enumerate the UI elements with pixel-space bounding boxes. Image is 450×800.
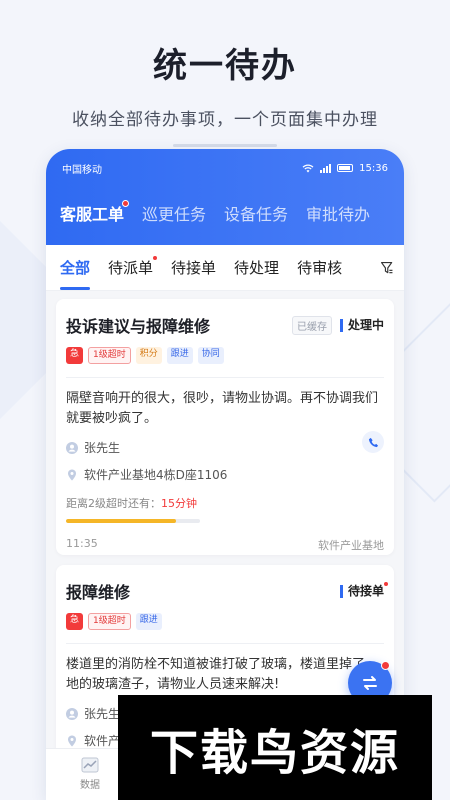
contact-name: 张先生 — [84, 707, 121, 721]
call-button[interactable] — [362, 431, 384, 453]
notification-dot — [152, 255, 159, 261]
user-icon — [66, 707, 78, 720]
watermark-text: 下载鸟资源 — [149, 724, 400, 781]
sub-tabs: 全部 待派单 待接单 待处理 待审核 — [46, 245, 404, 291]
card-location: 软件产业基地 — [318, 539, 384, 552]
phone-icon — [368, 437, 378, 447]
location-icon — [68, 735, 76, 746]
card-title: 投诉建议与报障维修 — [66, 317, 211, 336]
contact-name: 张先生 — [84, 441, 121, 455]
cached-badge: 已缓存 — [291, 315, 332, 335]
address: 软件产业基地4栋D座1106 — [84, 468, 228, 482]
tag-timeout: 1级超时 — [88, 347, 131, 364]
subtab-pending-process[interactable]: 待处理 — [234, 257, 279, 278]
tag-urgent: 急 — [66, 347, 84, 364]
divider — [66, 643, 384, 644]
tag-collaborate: 协同 — [197, 347, 224, 364]
hero-title: 统一待办 — [153, 46, 297, 86]
timeout-countdown: 距离2级超时还有：15分钟 — [66, 497, 197, 510]
nav-data[interactable]: 数据 — [68, 757, 112, 791]
chart-icon — [81, 757, 99, 773]
status-label: 处理中 — [339, 318, 384, 332]
subtab-pending-accept[interactable]: 待接单 — [171, 257, 216, 278]
watermark-banner: 下载鸟资源 — [118, 695, 432, 800]
tab-customer-service[interactable]: 客服工单 — [60, 200, 130, 225]
user-icon — [66, 441, 78, 454]
tag-list: 急 1级超时 跟进 — [66, 613, 384, 630]
wifi-icon — [302, 164, 314, 172]
battery-icon — [337, 164, 354, 172]
status-time: 15:36 — [359, 162, 388, 174]
tag-follow-up: 跟进 — [166, 347, 193, 364]
tag-follow-up: 跟进 — [135, 613, 162, 630]
status-bar: 中国移动 15:36 — [46, 149, 404, 187]
tag-timeout: 1级超时 — [88, 613, 131, 630]
main-tabs: 客服工单 巡更任务 设备任务 审批待办 — [46, 200, 404, 225]
timeout-progress — [66, 519, 200, 523]
tab-equipment[interactable]: 设备任务 — [224, 201, 288, 225]
card-title: 报障维修 — [66, 583, 131, 602]
countdown-value: 15分钟 — [161, 497, 197, 510]
tag-list: 急 1级超时 积分 跟进 协同 — [66, 347, 384, 364]
status-label: 待接单 — [339, 580, 389, 598]
subtab-pending-review[interactable]: 待审核 — [297, 257, 342, 278]
hero-subtitle: 收纳全部待办事项，一个页面集中办理 — [72, 110, 378, 130]
subtab-pending-dispatch[interactable]: 待派单 — [108, 255, 159, 278]
tab-approval[interactable]: 审批待办 — [306, 201, 370, 225]
hero-underline — [173, 144, 277, 147]
work-order-card[interactable]: 投诉建议与报障维修 已缓存 处理中 急 1级超时 积分 跟进 协同 隔壁音响开的… — [56, 299, 394, 555]
tag-points: 积分 — [135, 347, 162, 364]
address: 软件产 — [84, 734, 121, 748]
app-header: 中国移动 15:36 客服工单 巡更任务 设备任务 审批待办 — [46, 149, 404, 245]
filter-icon[interactable] — [376, 259, 394, 277]
card-time: 11:35 — [66, 537, 98, 550]
progress-fill — [66, 519, 176, 523]
subtab-all[interactable]: 全部 — [60, 257, 91, 290]
signal-icon — [320, 163, 332, 173]
hero-section: 统一待办 收纳全部待办事项，一个页面集中办理 — [0, 0, 450, 147]
card-description: 隔壁音响开的很大，很吵，请物业协调。再不协调我们就要被吵疯了。 — [66, 391, 379, 426]
location-icon — [68, 469, 76, 480]
tab-patrol[interactable]: 巡更任务 — [142, 201, 206, 225]
tag-urgent: 急 — [66, 613, 84, 630]
carrier-name: 中国移动 — [62, 164, 102, 176]
notification-dot — [383, 580, 389, 587]
card-description: 楼道里的消防栓不知道被谁打破了玻璃，楼道里掉了一地的玻璃渣子，请物业人员速来解决… — [66, 657, 379, 692]
notification-dot — [381, 661, 390, 670]
notification-dot — [122, 200, 130, 207]
switch-icon — [363, 676, 377, 690]
divider — [66, 377, 384, 378]
